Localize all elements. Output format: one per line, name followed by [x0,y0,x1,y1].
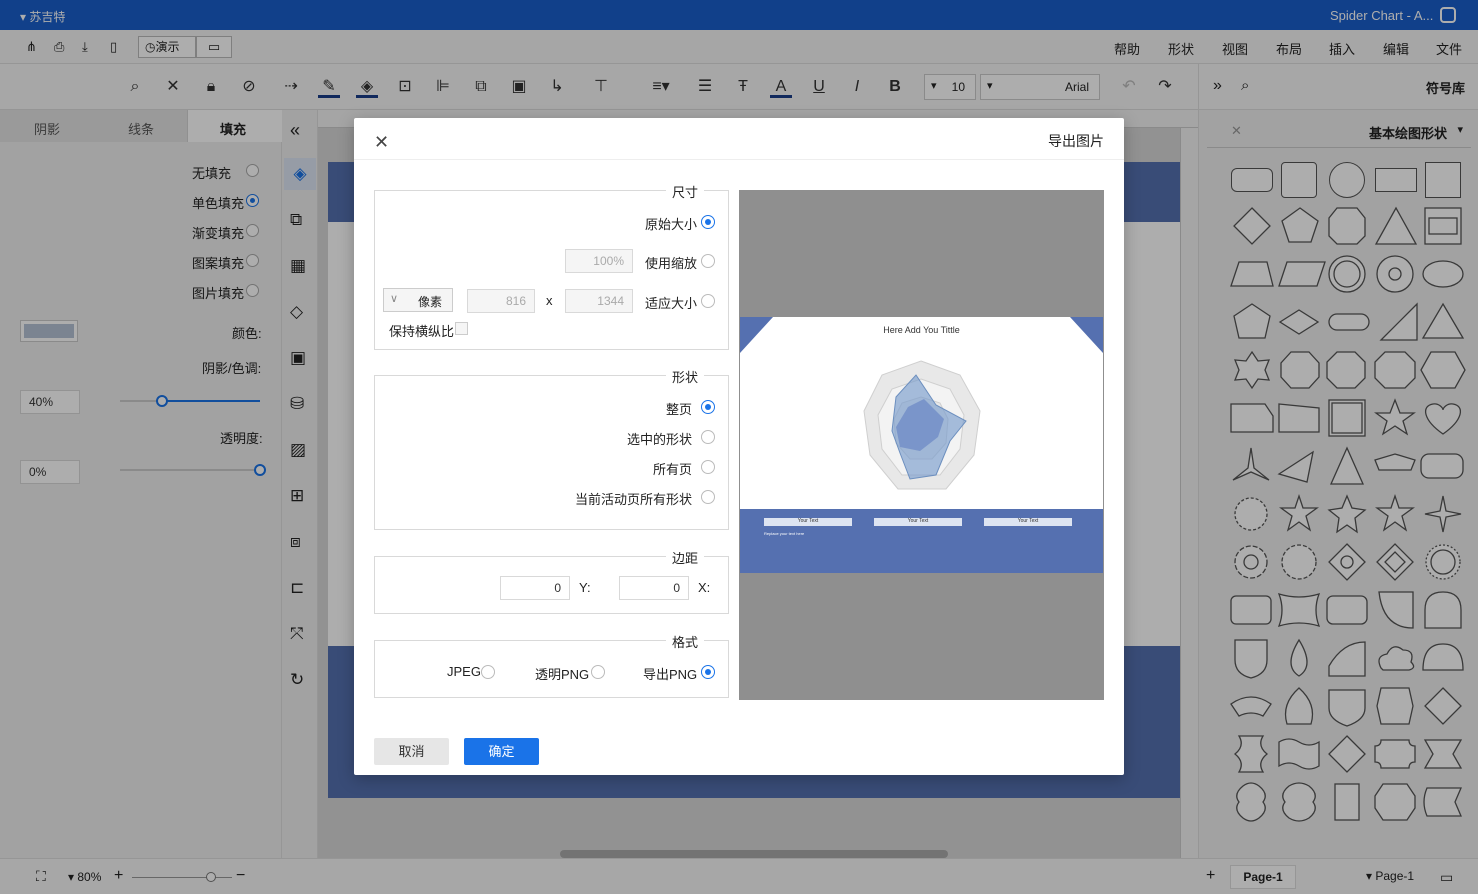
size-legend: 尺寸 [665,182,704,201]
dialog-divider [354,159,1124,160]
format-legend: 格式 [665,632,704,651]
keep-ratio-label: 保持横纵比 [389,324,455,339]
shape-fieldset: 形状 整页 选中的形状 所有页 当前活动页所有形状 [374,367,729,530]
preview-table-header-1: Your Text [764,518,852,526]
selected-shapes-radio[interactable] [701,430,715,444]
scale-radio[interactable] [701,254,715,268]
margin-legend: 边距 [665,548,704,567]
export-preview: Here Add You Tittle Your Text Your Text … [739,190,1104,700]
fit-size-radio[interactable] [701,294,715,308]
close-icon[interactable]: ✕ [374,132,389,153]
whole-page-label: 整页 [665,402,692,417]
preview-table-header-3: Your Text [984,518,1072,526]
preview-chart-title: Here Add You Tittle [883,325,960,335]
size-separator: x [546,293,553,308]
export-image-dialog: ✕ 导出图片 Here Add You Tittle Your Text You… [354,118,1124,775]
transparent-png-label: 透明PNG [535,667,590,682]
all-pages-label: 所有页 [652,462,692,477]
scale-input[interactable]: 100% [565,249,633,273]
ok-button[interactable]: 确定 [464,738,539,765]
scale-label: 使用缩放 [645,256,698,271]
preview-radar-chart [863,360,981,490]
preview-table-header-2: Your Text [874,518,962,526]
active-page-shapes-radio[interactable] [701,490,715,504]
format-fieldset: 格式 导出PNG 透明PNG JPEG [374,632,729,698]
margin-y-input[interactable]: 0 [500,576,570,600]
unit-select[interactable]: ∨ 像素 [383,288,453,312]
margin-fieldset: 边距 X: 0 Y: 0 [374,548,729,614]
preview-slide: Here Add You Tittle Your Text Your Text … [740,317,1103,573]
height-input[interactable]: 816 [467,289,535,313]
margin-y-label: Y: [579,580,591,595]
original-size-label: 原始大小 [645,217,698,232]
active-page-shapes-label: 当前活动页所有形状 [574,492,692,507]
jpeg-label: JPEG [447,664,481,679]
jpeg-radio[interactable] [481,665,495,679]
fit-size-label: 适应大小 [645,296,698,311]
all-pages-radio[interactable] [701,460,715,474]
cancel-button[interactable]: 取消 [374,738,449,765]
size-fieldset: 尺寸 原始大小 使用缩放 100% 适应大小 1344 x 816 ∨ 像素 保… [374,182,729,350]
preview-corners [740,317,1103,353]
shape-legend: 形状 [665,367,704,386]
margin-x-label: X: [698,580,711,595]
export-png-radio[interactable] [701,665,715,679]
whole-page-radio[interactable] [701,400,715,414]
unit-value: 像素 [417,295,442,309]
keep-ratio-checkbox[interactable] [455,322,468,335]
margin-x-input[interactable]: 0 [619,576,689,600]
dialog-title: 导出图片 [1048,133,1104,149]
selected-shapes-label: 选中的形状 [626,432,692,447]
chevron-down-icon: ∨ [390,293,399,305]
preview-table-cells: Replace your text here [764,531,805,536]
width-input[interactable]: 1344 [565,289,633,313]
original-size-radio[interactable] [701,215,715,229]
transparent-png-radio[interactable] [591,665,605,679]
export-png-label: 导出PNG [643,667,698,682]
